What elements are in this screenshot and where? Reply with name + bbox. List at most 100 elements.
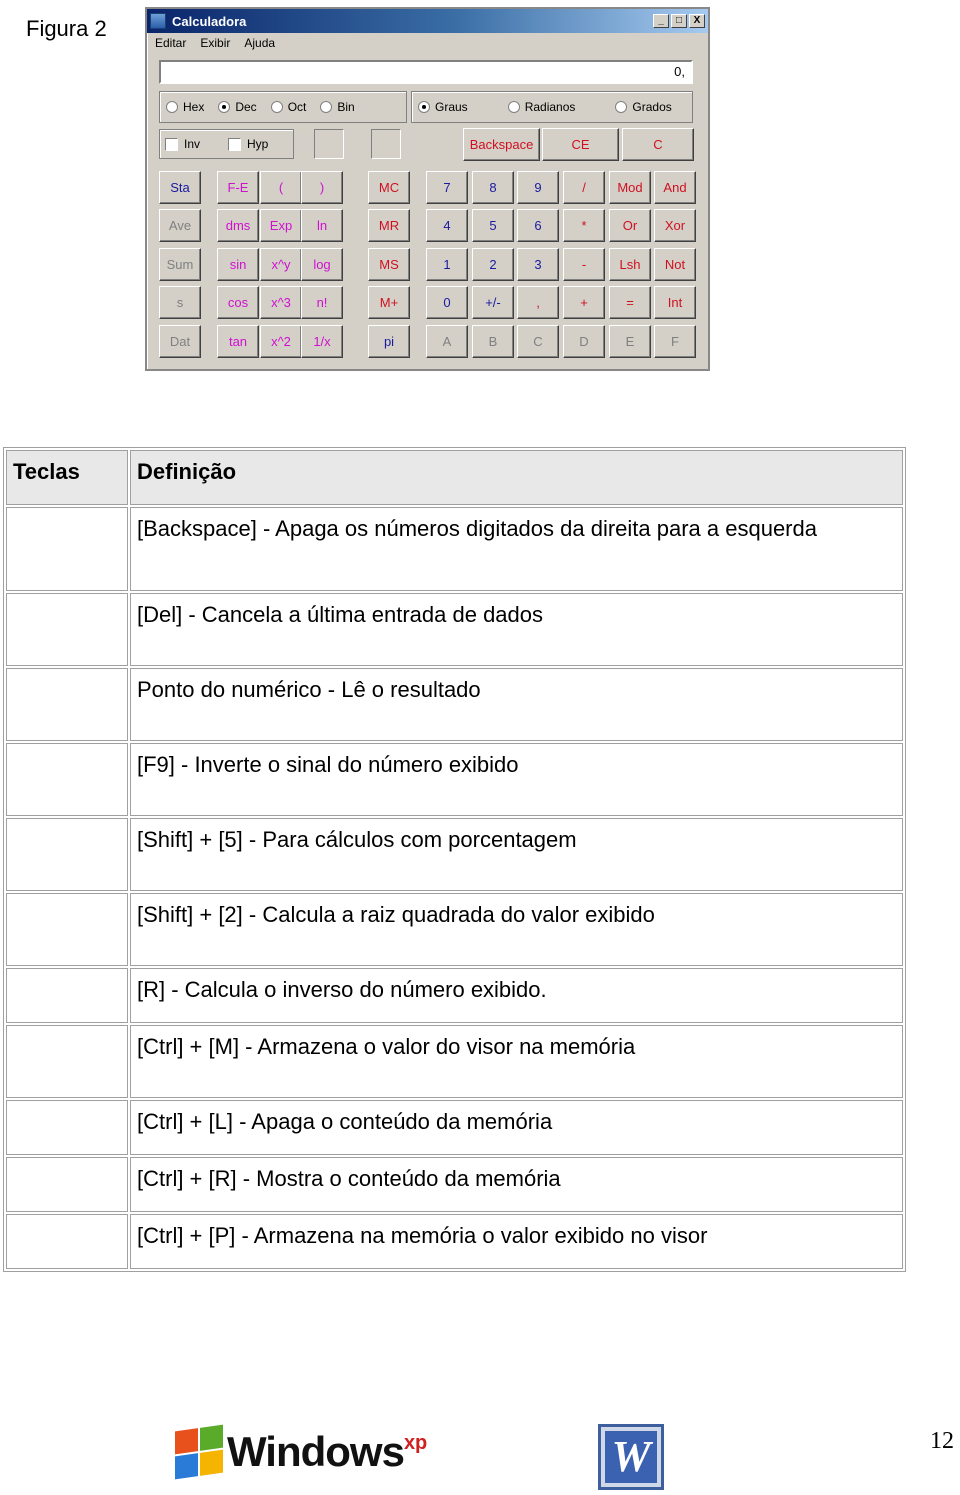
key-pi[interactable]: pi	[368, 325, 410, 358]
word-icon: W	[598, 1424, 664, 1490]
table-row: [Shift] + [2] - Calcula a raiz quadrada …	[6, 893, 903, 966]
key-3[interactable]: 3	[517, 248, 559, 281]
key-m[interactable]: M+	[368, 286, 410, 319]
key-decimal[interactable]: ,	[517, 286, 559, 319]
key-cell	[6, 968, 128, 1023]
key-int[interactable]: Int	[654, 286, 696, 319]
maximize-button[interactable]: □	[671, 14, 687, 28]
key-dms[interactable]: dms	[217, 209, 259, 242]
key-mod[interactable]: Mod	[609, 171, 651, 204]
key-lsh[interactable]: Lsh	[609, 248, 651, 281]
key-cell	[6, 507, 128, 591]
radio-bin[interactable]: Bin	[320, 100, 355, 114]
radio-grados-dot	[615, 101, 628, 113]
windows-logo-text: Windows	[227, 1428, 405, 1475]
key-cell	[6, 1100, 128, 1155]
key-cell	[6, 593, 128, 666]
table-row: [Del] - Cancela a última entrada de dado…	[6, 593, 903, 666]
memory-indicator	[371, 129, 401, 159]
radio-dec[interactable]: Dec	[218, 100, 257, 114]
key-9[interactable]: 9	[517, 171, 559, 204]
key-e[interactable]: E	[609, 325, 651, 358]
key-ln[interactable]: ln	[301, 209, 343, 242]
radio-hex[interactable]: Hex	[166, 100, 204, 114]
key-log[interactable]: log	[301, 248, 343, 281]
key-sta[interactable]: Sta	[159, 171, 201, 204]
radio-oct[interactable]: Oct	[270, 100, 306, 114]
word-icon-letter: W	[605, 1431, 657, 1483]
key-sign[interactable]: +/-	[472, 286, 514, 319]
key-ms[interactable]: MS	[368, 248, 410, 281]
key-a[interactable]: A	[426, 325, 468, 358]
ce-button[interactable]: CE	[542, 128, 619, 161]
key-sin[interactable]: sin	[217, 248, 259, 281]
title-bar[interactable]: Calculadora _ □ X	[147, 9, 708, 33]
parenthesis-indicator	[314, 129, 344, 159]
definition-cell: [Shift] + [2] - Calcula a raiz quadrada …	[130, 893, 903, 966]
inv-checkbox[interactable]: Inv	[165, 137, 200, 151]
key-0[interactable]: 0	[426, 286, 468, 319]
menu-ajuda[interactable]: Ajuda	[244, 36, 275, 50]
calculator-app-icon	[150, 13, 166, 29]
key-sym[interactable]: (	[260, 171, 302, 204]
key-mc[interactable]: MC	[368, 171, 410, 204]
key-x-y[interactable]: x^y	[260, 248, 302, 281]
radio-radianos[interactable]: Radianos	[507, 100, 575, 114]
key-f[interactable]: F	[654, 325, 696, 358]
key-8[interactable]: 8	[472, 171, 514, 204]
key-7[interactable]: 7	[426, 171, 468, 204]
key-x-2[interactable]: x^2	[260, 325, 302, 358]
angle-mode-group: Graus Radianos Grados	[411, 91, 693, 123]
menu-exibir[interactable]: Exibir	[200, 36, 230, 50]
key-n[interactable]: n!	[301, 286, 343, 319]
key-mr[interactable]: MR	[368, 209, 410, 242]
key-4[interactable]: 4	[426, 209, 468, 242]
key-not[interactable]: Not	[654, 248, 696, 281]
key-5[interactable]: 5	[472, 209, 514, 242]
key-divide[interactable]: /	[563, 171, 605, 204]
key-xor[interactable]: Xor	[654, 209, 696, 242]
minimize-button[interactable]: _	[653, 14, 669, 28]
key-b[interactable]: B	[472, 325, 514, 358]
key-sym[interactable]: )	[301, 171, 343, 204]
key-multiply[interactable]: *	[563, 209, 605, 242]
key-s[interactable]: s	[159, 286, 201, 319]
key-cos[interactable]: cos	[217, 286, 259, 319]
key-x-3[interactable]: x^3	[260, 286, 302, 319]
key-2[interactable]: 2	[472, 248, 514, 281]
hyp-checkbox[interactable]: Hyp	[228, 137, 268, 151]
radio-grados[interactable]: Grados	[615, 100, 672, 114]
table-row: [Ctrl] + [L] - Apaga o conteúdo da memór…	[6, 1100, 903, 1155]
key-1-x[interactable]: 1/x	[301, 325, 343, 358]
radio-oct-dot	[270, 101, 283, 113]
key-cell	[6, 1157, 128, 1212]
key-minus[interactable]: -	[563, 248, 605, 281]
backspace-button[interactable]: Backspace	[463, 128, 540, 161]
close-button[interactable]: X	[689, 14, 705, 28]
key-or[interactable]: Or	[609, 209, 651, 242]
key-d[interactable]: D	[563, 325, 605, 358]
c-button[interactable]: C	[622, 128, 694, 161]
key-sum[interactable]: Sum	[159, 248, 201, 281]
key-equals[interactable]: =	[609, 286, 651, 319]
figure-label: Figura 2	[26, 16, 107, 41]
key-plus[interactable]: +	[563, 286, 605, 319]
key-and[interactable]: And	[654, 171, 696, 204]
key-dat[interactable]: Dat	[159, 325, 201, 358]
key-cell	[6, 743, 128, 816]
shortcut-table: Teclas Definição [Backspace] - Apaga os …	[3, 447, 906, 1272]
key-tan[interactable]: tan	[217, 325, 259, 358]
radio-graus[interactable]: Graus	[418, 100, 468, 114]
header-definicao: Definição	[130, 450, 903, 505]
calculator-window: Calculadora _ □ X Editar Exibir Ajuda 0,…	[145, 7, 710, 371]
key-1[interactable]: 1	[426, 248, 468, 281]
menu-editar[interactable]: Editar	[155, 36, 186, 50]
key-ave[interactable]: Ave	[159, 209, 201, 242]
key-c[interactable]: C	[517, 325, 559, 358]
key-f-e[interactable]: F-E	[217, 171, 259, 204]
key-6[interactable]: 6	[517, 209, 559, 242]
radio-hex-dot	[166, 101, 178, 113]
key-cell	[6, 818, 128, 891]
key-exp[interactable]: Exp	[260, 209, 302, 242]
definition-cell: [F9] - Inverte o sinal do número exibido	[130, 743, 903, 816]
